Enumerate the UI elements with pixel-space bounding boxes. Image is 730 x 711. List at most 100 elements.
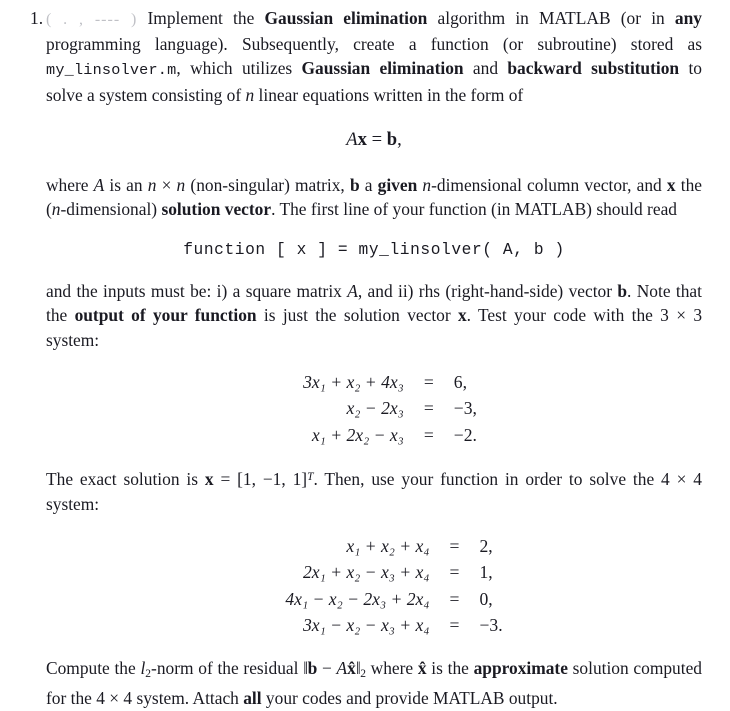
p2-seg-3: (non-singular) matrix, bbox=[185, 174, 350, 195]
p2-bold-solution-vector: solution vector bbox=[161, 199, 272, 220]
p2-bold-b: b bbox=[349, 174, 360, 195]
p3-var-A: A bbox=[347, 281, 358, 302]
eq4-rel-2: = bbox=[449, 562, 460, 583]
p2-seg-4: a bbox=[359, 174, 378, 195]
eq4-lhs-1: x₁ + x₂ + x₄ bbox=[346, 535, 430, 556]
p1-bold-gaussian-elimination-2: Gaussian elimination bbox=[301, 58, 464, 79]
paragraph-1: ( . , ---- ) Implement the Gaussian elim… bbox=[46, 6, 702, 107]
equation-system-4x4: x₁ + x₂ + x₄ = 2, 2x₁ + x₂ − x₃ + x₄ = 1… bbox=[46, 533, 722, 639]
eq3-rel-3: = bbox=[423, 424, 434, 445]
eq-trailing-comma: , bbox=[397, 128, 402, 150]
p1-bold-gaussian-elimination: Gaussian elimination bbox=[264, 8, 428, 28]
eq4-rel-1: = bbox=[449, 535, 460, 556]
equation-row: 3x₁ − x₂ − x₃ + x₄ = −3. bbox=[285, 612, 503, 639]
eq-vector-x: x bbox=[357, 128, 367, 150]
eq3-lhs-1: 3x₁ + x₂ + 4x₃ bbox=[303, 371, 404, 392]
p5-bold-x-hat-2: x̂ bbox=[417, 657, 427, 678]
paragraph-3: and the inputs must be: i) a square matr… bbox=[46, 279, 702, 352]
p3-seg-2: , and ii) rhs (right-hand-side) vector bbox=[357, 281, 618, 302]
eq3-lhs-2: x₂ − 2x₃ bbox=[346, 398, 404, 419]
problem-number: 1. bbox=[30, 8, 44, 28]
p3-seg-4: is just the solution vector bbox=[256, 305, 458, 326]
equation-table-4x4: x₁ + x₂ + x₄ = 2, 2x₁ + x₂ − x₃ + x₄ = 1… bbox=[285, 533, 502, 639]
points-marker: ( . , ---- ) bbox=[46, 11, 138, 28]
eq4-rhs-4: −3. bbox=[479, 615, 503, 636]
p1-seg-7: linear equations written in the form of bbox=[254, 84, 524, 105]
eq4-rel-3: = bbox=[449, 588, 460, 609]
equation-row: 2x₁ + x₂ − x₃ + x₄ = 1, bbox=[285, 559, 502, 586]
paragraph-4: The exact solution is x = [1, −1, 1]T. T… bbox=[46, 465, 702, 516]
eq3-rel-2: = bbox=[423, 398, 434, 419]
eq3-rhs-1: 6, bbox=[453, 371, 467, 392]
p2-bold-x: x bbox=[666, 174, 676, 195]
document-page: 1. ( . , ---- ) Implement the Gaussian e… bbox=[0, 0, 730, 708]
p5-minus: − bbox=[317, 657, 337, 678]
p3-bold-b: b bbox=[617, 281, 628, 302]
p1-bold-any: any bbox=[674, 8, 702, 28]
p1-bold-backward-substitution: backward substitution bbox=[507, 58, 680, 79]
problem-1: 1. ( . , ---- ) Implement the Gaussian e… bbox=[0, 0, 730, 711]
p1-seg-1: Implement the bbox=[147, 8, 265, 28]
p2-var-n-3: n bbox=[422, 174, 432, 195]
eq4-rhs-2: 1, bbox=[479, 562, 493, 583]
eq3-rel-1: = bbox=[423, 371, 434, 392]
equation-row: x₂ − 2x₃ = −3, bbox=[303, 395, 477, 422]
p5-seg-3: where bbox=[365, 657, 418, 678]
paragraph-2: where A is an n × n (non-singular) matri… bbox=[46, 173, 702, 221]
equation-row: x₁ + x₂ + x₄ = 2, bbox=[285, 533, 502, 560]
p3-bold-output-of-your-function: output of your function bbox=[74, 305, 257, 326]
p2-seg-8: -dimensional) bbox=[60, 199, 162, 220]
p5-seg-1: Compute the bbox=[46, 657, 141, 678]
p5-seg-4: is the bbox=[426, 657, 474, 678]
p2-var-n-4: n bbox=[51, 199, 61, 220]
eq3-rhs-3: −2. bbox=[453, 424, 477, 445]
problem-body: ( . , ---- ) Implement the Gaussian elim… bbox=[46, 6, 702, 711]
p2-var-A: A bbox=[93, 174, 105, 195]
eq4-rhs-1: 2, bbox=[479, 535, 493, 556]
p3-bold-x: x bbox=[457, 305, 467, 326]
p1-seg-4: , which utilizes bbox=[176, 58, 302, 79]
p5-var-A: A bbox=[336, 657, 348, 678]
p2-times-symbol: × bbox=[156, 174, 177, 195]
eq-vector-b: b bbox=[386, 128, 398, 150]
p2-seg-6: -dimensional column vector, and bbox=[431, 174, 667, 195]
p2-var-n-2: n bbox=[176, 174, 186, 195]
equation-table-3x3: 3x₁ + x₂ + 4x₃ = 6, x₂ − 2x₃ = −3, x₁ + … bbox=[303, 369, 477, 449]
display-equation-axb: Ax = b, bbox=[46, 127, 702, 153]
equation-row: 4x₁ − x₂ − 2x₃ + 2x₄ = 0, bbox=[285, 586, 502, 613]
p3-seg-1: and the inputs must be: i) a square matr… bbox=[46, 281, 348, 302]
eq3-rhs-2: −3, bbox=[453, 398, 477, 419]
p5-seg-2: -norm of the residual bbox=[151, 657, 304, 678]
eq3-lhs-3: x₁ + 2x₂ − x₃ bbox=[311, 424, 404, 445]
p1-filename-my-linsolver: my_linsolver.m bbox=[46, 61, 177, 80]
p2-bold-given: given bbox=[377, 174, 418, 195]
p2-seg-1: where bbox=[46, 174, 94, 195]
p2-seg-9: . The first line of your function (in MA… bbox=[271, 199, 677, 220]
eq4-rel-4: = bbox=[449, 615, 460, 636]
eq4-rhs-3: 0, bbox=[479, 588, 493, 609]
code-function-signature: function [ x ] = my_linsolver( A, b ) bbox=[183, 241, 565, 260]
eq4-lhs-3: 4x₁ − x₂ − 2x₃ + 2x₄ bbox=[285, 588, 430, 609]
p4-bold-x: x bbox=[204, 469, 214, 490]
p4-seg-2: = [1, −1, 1] bbox=[213, 469, 308, 490]
eq-relation: = bbox=[371, 128, 383, 150]
paragraph-5: Compute the l2-norm of the residual ‖b −… bbox=[46, 656, 702, 711]
p1-seg-5: and bbox=[463, 58, 508, 79]
p1-seg-3: programming language). Subsequently, cre… bbox=[46, 34, 702, 55]
p1-var-n: n bbox=[245, 84, 255, 105]
p1-seg-2: algorithm in MATLAB (or in bbox=[427, 8, 675, 28]
eq4-lhs-2: 2x₁ + x₂ − x₃ + x₄ bbox=[302, 562, 430, 583]
p5-bold-all: all bbox=[243, 688, 262, 709]
equation-system-3x3: 3x₁ + x₂ + 4x₃ = 6, x₂ − 2x₃ = −3, x₁ + … bbox=[46, 369, 718, 449]
equation-row: 3x₁ + x₂ + 4x₃ = 6, bbox=[303, 369, 477, 396]
p5-bold-x-hat: x̂ bbox=[347, 657, 356, 678]
p2-seg-2: is an bbox=[104, 174, 148, 195]
eq4-lhs-4: 3x₁ − x₂ − x₃ + x₄ bbox=[302, 615, 430, 636]
